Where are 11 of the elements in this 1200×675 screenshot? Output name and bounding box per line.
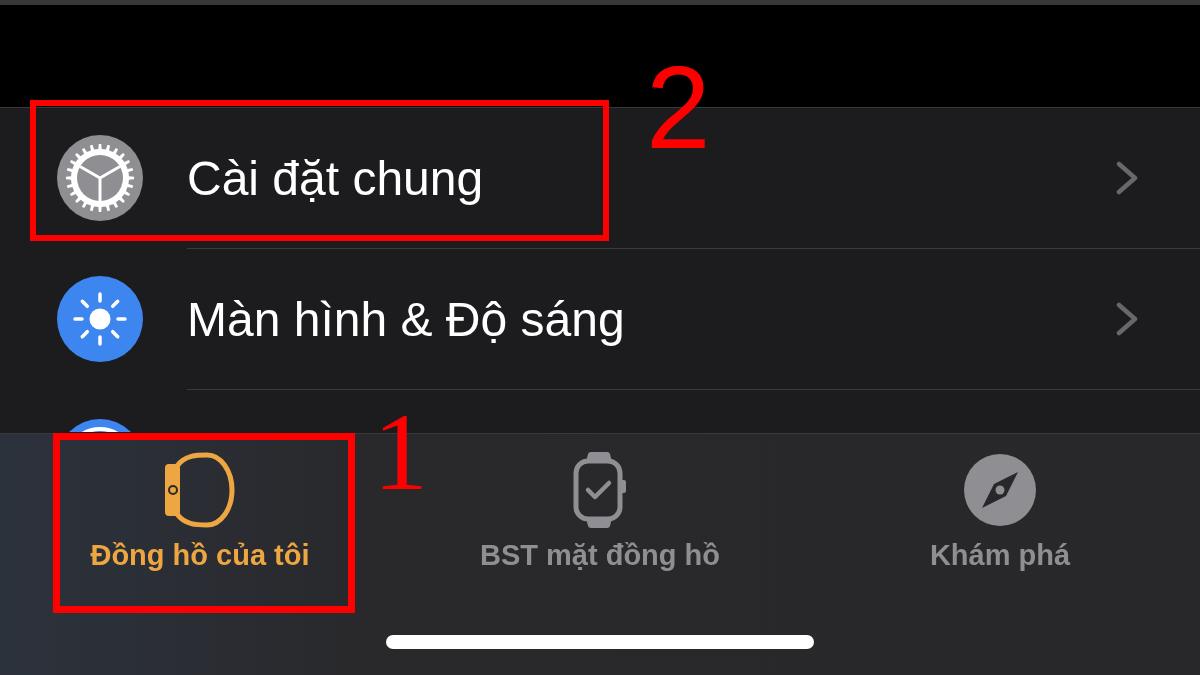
sun-icon: [57, 276, 143, 362]
watch-side-icon: [165, 452, 235, 528]
step-number: 1: [373, 397, 428, 507]
step-number: 2: [646, 50, 711, 166]
watch-icon: [573, 452, 627, 528]
compass-icon: [964, 452, 1036, 528]
tab[interactable]: Khám phá: [800, 434, 1200, 571]
settings-row[interactable]: Màn hình & Độ sáng: [0, 249, 1200, 389]
chevron-icon: [1116, 161, 1138, 195]
gear-icon: [57, 135, 143, 221]
chevron-icon: [1116, 302, 1138, 336]
